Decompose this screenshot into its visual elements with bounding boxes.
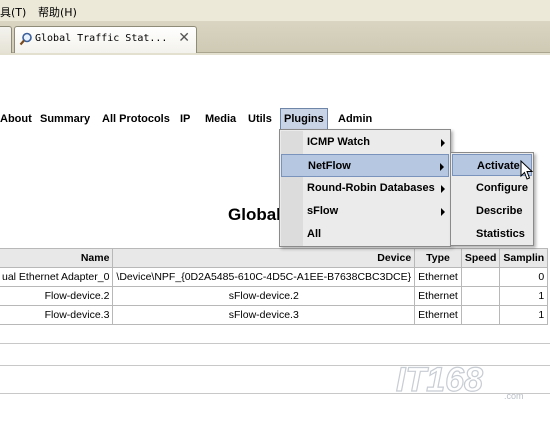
watermark-sub: .com	[504, 391, 524, 401]
tab-global-traffic[interactable]: Global Traffic Stat... ✕	[14, 26, 197, 53]
nav-all-protocols[interactable]: All Protocols	[99, 108, 173, 130]
cell-name: Flow-device.3	[0, 305, 114, 325]
submenu-arrow-icon	[441, 139, 445, 147]
cell-device: sFlow-device.2	[112, 286, 416, 306]
header-name[interactable]: Name	[0, 248, 114, 268]
cell-sampling: 1	[499, 286, 549, 306]
menu-item-rrd[interactable]: Round-Robin Databases	[281, 177, 449, 200]
nav-ip[interactable]: IP	[177, 108, 193, 130]
nav-summary[interactable]: Summary	[37, 108, 93, 130]
divider	[0, 343, 550, 344]
menu-icon-strip	[281, 177, 303, 200]
cell-name: Flow-device.2	[0, 286, 114, 306]
menu-item-icmp-watch[interactable]: ICMP Watch	[281, 131, 449, 154]
page-title: Global	[228, 205, 281, 224]
menu-item-sflow[interactable]: sFlow	[281, 200, 449, 223]
table-header-row: Name Device Type Speed Samplin	[0, 248, 549, 268]
mouse-cursor-icon	[520, 160, 534, 180]
tab-close-icon[interactable]: ✕	[178, 30, 190, 46]
menu-item-label: Describe	[476, 205, 523, 217]
menu-item-label: All	[307, 228, 322, 240]
menu-icon-strip	[281, 223, 303, 246]
menu-item-all[interactable]: All	[281, 223, 449, 246]
cell-name: ual Ethernet Adapter_0	[0, 267, 114, 287]
nav-utils[interactable]: Utils	[245, 108, 275, 130]
menu-item-label: Configure	[476, 182, 528, 194]
cell-speed	[460, 267, 501, 287]
cell-speed	[460, 286, 501, 306]
header-speed[interactable]: Speed	[460, 248, 501, 268]
cell-type: Ethernet	[414, 286, 462, 306]
submenu-arrow-icon	[441, 185, 445, 193]
cell-device: sFlow-device.3	[112, 305, 416, 325]
submenu-arrow-icon	[440, 163, 444, 171]
watermark-text: IT168	[396, 361, 483, 399]
menu-icon-strip	[281, 131, 303, 154]
menu-item-label: Statistics	[476, 228, 525, 240]
header-type[interactable]: Type	[414, 248, 462, 268]
menu-bar: 具(T) 帮助(H)	[0, 0, 550, 21]
cell-sampling: 0	[499, 267, 549, 287]
submenu-arrow-icon	[441, 208, 445, 216]
plugins-dropdown: ICMP Watch NetFlow Round-Robin Databases…	[279, 129, 451, 247]
menu-icon-strip	[281, 200, 303, 223]
cell-device: \Device\NPF_{0D2A5485-610C-4D5C-A1EE-B76…	[112, 267, 416, 287]
cell-sampling: 1	[499, 305, 549, 325]
nav-media[interactable]: Media	[202, 108, 239, 130]
menu-help[interactable]: 帮助(H)	[38, 4, 77, 20]
tab-title: Global Traffic Stat...	[35, 33, 168, 44]
menu-item-label: Round-Robin Databases	[307, 182, 435, 194]
menu-item-describe[interactable]: Describe	[452, 200, 532, 222]
interface-table: Name Device Type Speed Samplin ual Ether…	[0, 248, 549, 325]
browser-chrome: 具(T) 帮助(H) Global Traffic Stat... ✕	[0, 0, 550, 55]
tab-bar: Global Traffic Stat... ✕	[0, 21, 550, 53]
nav-plugins[interactable]: Plugins	[280, 108, 328, 130]
tab-previous[interactable]	[0, 26, 12, 53]
table-row: Flow-device.3 sFlow-device.3 Ethernet 1	[0, 305, 549, 325]
cell-type: Ethernet	[414, 267, 462, 287]
header-sampling[interactable]: Samplin	[499, 248, 549, 268]
nav-admin[interactable]: Admin	[335, 108, 375, 130]
menu-item-netflow[interactable]: NetFlow	[281, 154, 449, 177]
menu-item-label: Activate	[477, 160, 520, 172]
tab-strip-empty	[198, 26, 550, 53]
table-row: Flow-device.2 sFlow-device.2 Ethernet 1	[0, 286, 549, 306]
cell-type: Ethernet	[414, 305, 462, 325]
menu-item-label: NetFlow	[308, 160, 351, 172]
watermark-logo: IT168 .com	[395, 360, 524, 401]
cell-speed	[460, 305, 501, 325]
menu-item-label: sFlow	[307, 205, 339, 217]
menu-item-label: ICMP Watch	[307, 136, 370, 148]
table-row: ual Ethernet Adapter_0 \Device\NPF_{0D2A…	[0, 267, 549, 287]
menu-item-statistics[interactable]: Statistics	[452, 223, 532, 245]
nav-about[interactable]: About	[0, 108, 35, 130]
main-nav: About Summary All Protocols IP Media Uti…	[0, 108, 550, 130]
magnifier-icon	[19, 32, 32, 46]
header-device[interactable]: Device	[112, 248, 416, 268]
menu-tools[interactable]: 具(T)	[0, 4, 26, 20]
